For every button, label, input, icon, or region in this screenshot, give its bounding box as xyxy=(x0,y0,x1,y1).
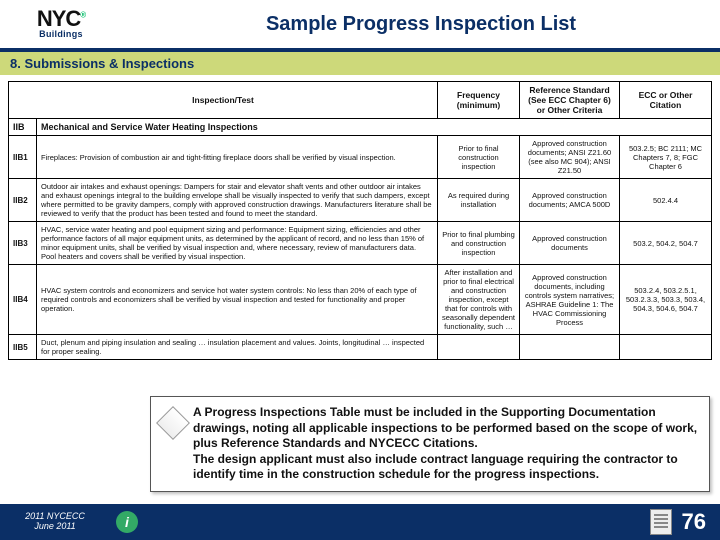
row-desc: HVAC system controls and economizers and… xyxy=(37,265,438,335)
row-ref: Approved construction documents, includi… xyxy=(520,265,620,335)
page: NYC® Buildings Sample Progress Inspectio… xyxy=(0,0,720,540)
row-cite: 503.2.4, 503.2.5.1, 503.2.3.3, 503.3, 50… xyxy=(620,265,712,335)
col-reference: Reference Standard (See ECC Chapter 6) o… xyxy=(520,82,620,119)
table-row: IIB2 Outdoor air intakes and exhaust ope… xyxy=(9,179,712,222)
header-bar: NYC® Buildings Sample Progress Inspectio… xyxy=(0,0,720,52)
row-desc: Duct, plenum and piping insulation and s… xyxy=(37,335,438,360)
table-row: IIB5 Duct, plenum and piping insulation … xyxy=(9,335,712,360)
document-icon[interactable] xyxy=(650,509,672,535)
col-citation: ECC or Other Citation xyxy=(620,82,712,119)
note-icon xyxy=(156,406,190,440)
row-desc: HVAC, service water heating and pool equ… xyxy=(37,222,438,265)
row-id: IIB2 xyxy=(9,179,37,222)
nyc-buildings-logo: NYC® Buildings xyxy=(0,7,122,41)
row-cite: 502.4.4 xyxy=(620,179,712,222)
row-desc: Outdoor air intakes and exhaust openings… xyxy=(37,179,438,222)
row-desc: Fireplaces: Provision of combustion air … xyxy=(37,136,438,179)
row-freq xyxy=(438,335,520,360)
inspection-table: Inspection/Test Frequency (minimum) Refe… xyxy=(8,81,712,360)
row-cite: 503.2.5; BC 2111; MC Chapters 7, 8; FGC … xyxy=(620,136,712,179)
row-cite xyxy=(620,335,712,360)
group-header-row: IIB Mechanical and Service Water Heating… xyxy=(9,119,712,136)
row-ref: Approved construction documents; AMCA 50… xyxy=(520,179,620,222)
logo-buildings-text: Buildings xyxy=(39,29,83,39)
row-ref: Approved construction documents xyxy=(520,222,620,265)
row-id: IIB1 xyxy=(9,136,37,179)
section-heading: 8. Submissions & Inspections xyxy=(0,52,720,75)
table-row: IIB4 HVAC system controls and economizer… xyxy=(9,265,712,335)
row-id: IIB3 xyxy=(9,222,37,265)
row-freq: After installation and prior to final el… xyxy=(438,265,520,335)
row-freq: As required during installation xyxy=(438,179,520,222)
logo-nyc-text: NYC® xyxy=(37,9,85,29)
info-icon[interactable]: i xyxy=(116,511,138,533)
row-id: IIB4 xyxy=(9,265,37,335)
row-ref xyxy=(520,335,620,360)
row-freq: Prior to final construction inspection xyxy=(438,136,520,179)
table-header-row: Inspection/Test Frequency (minimum) Refe… xyxy=(9,82,712,119)
page-number: 76 xyxy=(682,509,706,535)
table-row: IIB3 HVAC, service water heating and poo… xyxy=(9,222,712,265)
footer-date-line2: June 2011 xyxy=(0,522,110,532)
table-row: IIB1 Fireplaces: Provision of combustion… xyxy=(9,136,712,179)
col-frequency: Frequency (minimum) xyxy=(438,82,520,119)
group-id: IIB xyxy=(9,119,37,136)
page-title: Sample Progress Inspection List xyxy=(122,13,720,36)
footer-bar: 2011 NYCECC June 2011 i 76 xyxy=(0,504,720,540)
callout-note: A Progress Inspections Table must be inc… xyxy=(150,396,710,492)
row-id: IIB5 xyxy=(9,335,37,360)
footer-date: 2011 NYCECC June 2011 xyxy=(0,512,110,532)
row-cite: 503.2, 504.2, 504.7 xyxy=(620,222,712,265)
callout-text: A Progress Inspections Table must be inc… xyxy=(193,405,699,483)
row-ref: Approved construction documents; ANSI Z2… xyxy=(520,136,620,179)
col-inspection: Inspection/Test xyxy=(9,82,438,119)
group-label: Mechanical and Service Water Heating Ins… xyxy=(37,119,712,136)
row-freq: Prior to final plumbing and construction… xyxy=(438,222,520,265)
